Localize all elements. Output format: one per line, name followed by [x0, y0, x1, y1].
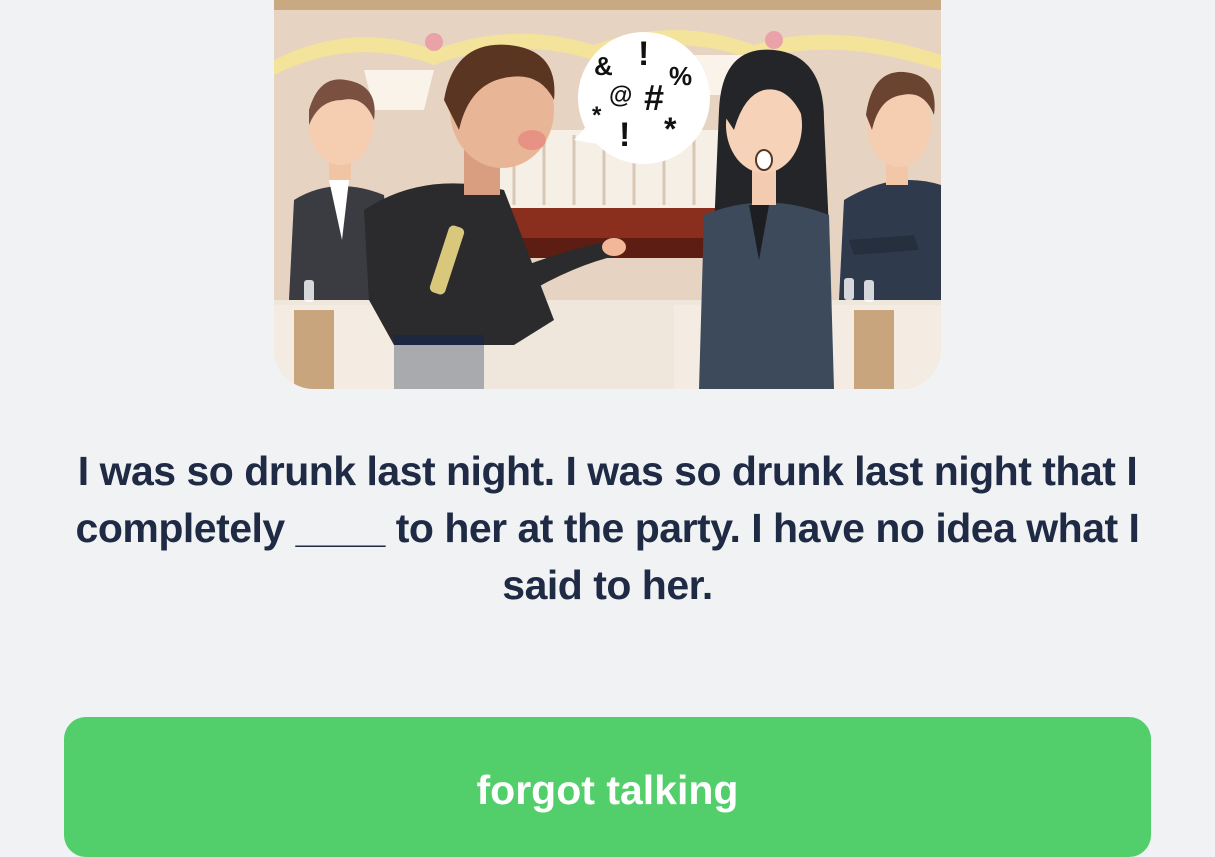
scene-illustration: & ! % @ # * ! * [274, 0, 941, 389]
bubble-symbol: ! [638, 35, 649, 73]
bubble-symbol: @ [609, 82, 632, 109]
answer-option-label: forgot talking [476, 767, 739, 813]
bubble-symbol: # [644, 77, 664, 118]
answer-option-button[interactable]: forgot talking [64, 717, 1151, 857]
bubble-symbol: % [669, 61, 692, 91]
question-text: I was so drunk last night. I was so drun… [75, 448, 1140, 608]
bubble-symbol: * [664, 111, 677, 147]
bubble-symbol: ! [619, 116, 630, 154]
bubble-symbol: * [592, 102, 602, 129]
bubble-symbol: & [594, 51, 613, 81]
